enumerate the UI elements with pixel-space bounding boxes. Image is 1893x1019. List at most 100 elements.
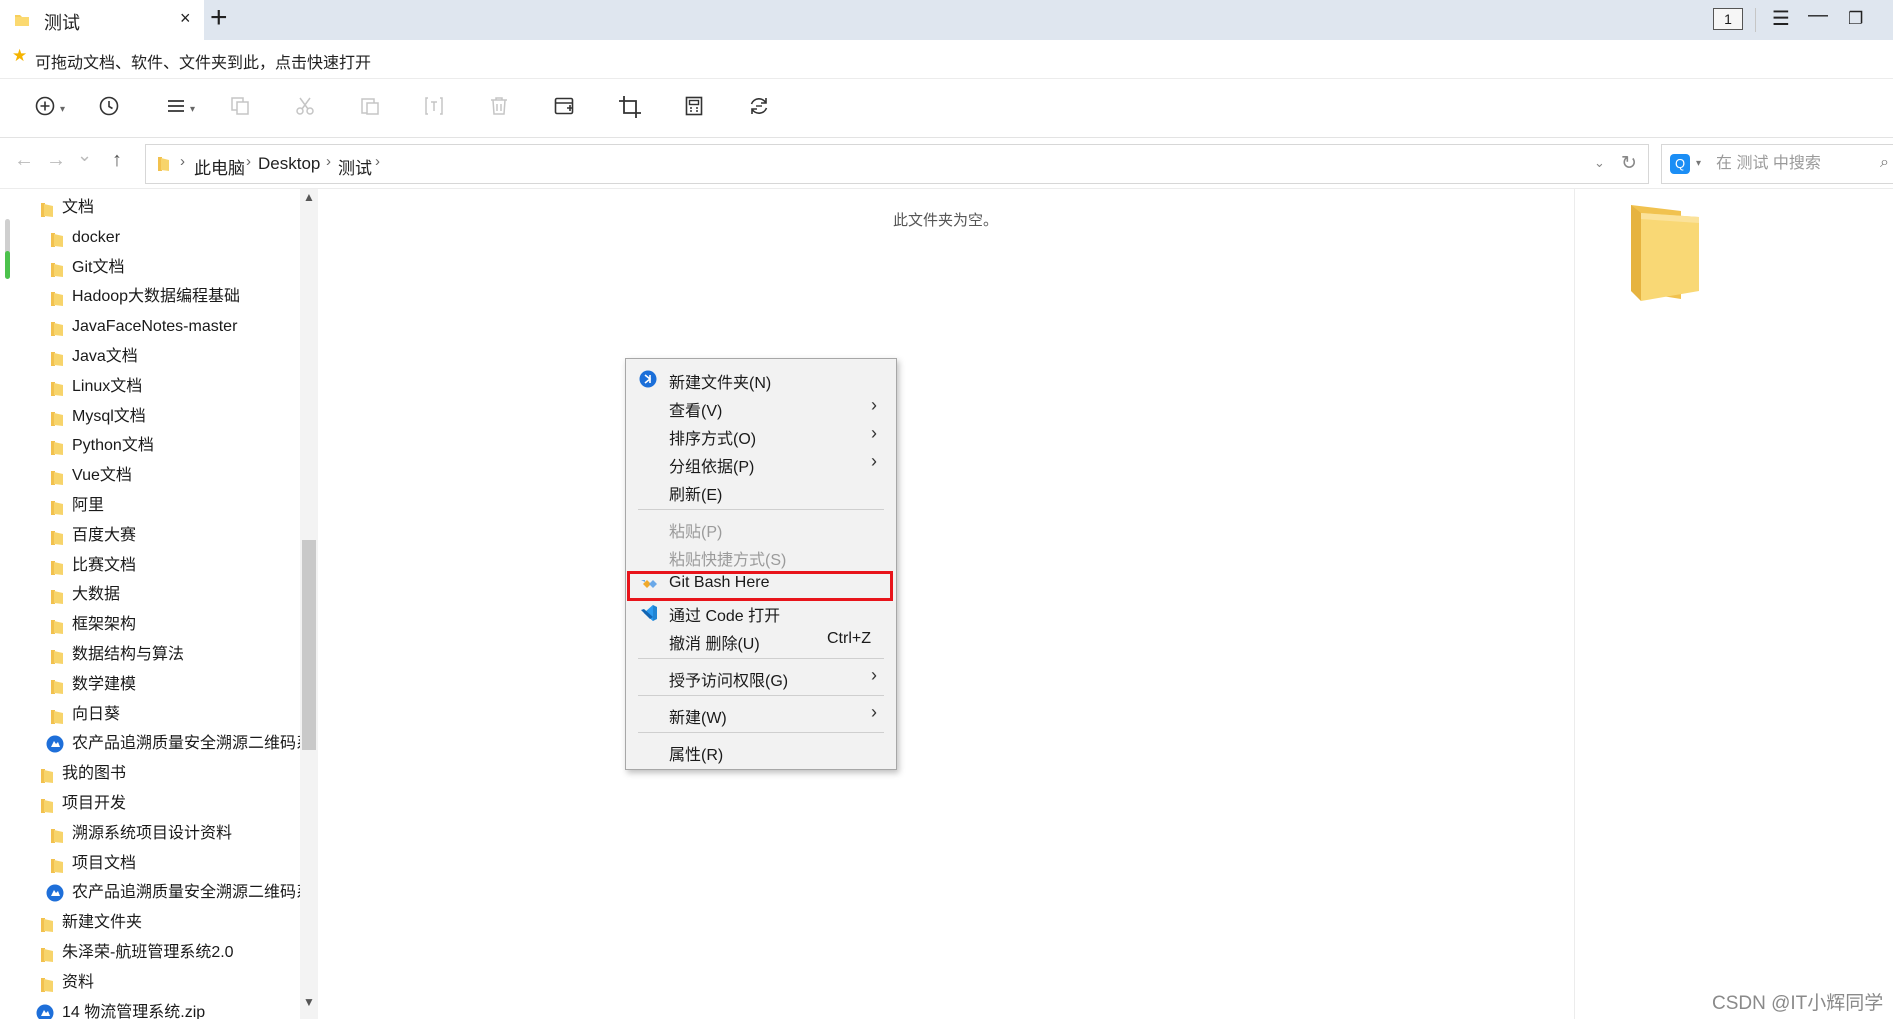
delete-icon[interactable]	[488, 95, 510, 121]
vscode-icon	[639, 603, 659, 628]
search-box[interactable]: Q ▾ ⌕	[1661, 144, 1893, 184]
context-menu: 新建文件夹(N) 查看(V) › 排序方式(O) › 分组依据(P) › 刷新(E) 粘贴(P)…	[625, 358, 897, 770]
tab-active[interactable]: 测试 ×	[0, 0, 204, 40]
tree-item-label: Git文档	[72, 258, 125, 276]
paste-icon[interactable]	[359, 95, 381, 121]
chevron-right-icon: ›	[871, 665, 877, 685]
menu-separator	[638, 732, 884, 733]
tree-item-label: Mysql文档	[72, 407, 146, 425]
new-folder-icon	[639, 370, 657, 393]
tree-item-label: 阿里	[72, 497, 105, 514]
tree-item-label: 向日葵	[72, 705, 121, 723]
menu-item-label: 刷新(E)	[669, 487, 723, 504]
menu-item[interactable]: 新建(W) ›	[626, 700, 896, 728]
rename-icon[interactable]	[423, 95, 445, 121]
crop-icon[interactable]	[618, 95, 642, 121]
folder-preview-icon	[1625, 199, 1705, 309]
highlight-box	[627, 571, 893, 601]
tree-item-label: 百度大赛	[72, 526, 137, 544]
chevron-down-icon[interactable]: ▾	[1696, 158, 1701, 169]
scroll-down-icon[interactable]: ▼	[303, 995, 315, 1009]
menu-item-label: 授予访问权限(G)	[669, 673, 789, 690]
menu-separator	[638, 658, 884, 659]
menu-icon[interactable]: ☰	[1772, 6, 1790, 31]
tree-item-label: 比赛文档	[72, 556, 137, 574]
tree-item-label: Hadoop大数据编程基础	[72, 288, 241, 306]
navigation-bar: ← → ⌄ ↑ › 此电脑 › Desktop › 测试 › ⌄ ↻ Q ▾ ⌕	[0, 138, 1893, 189]
menu-item[interactable]: 分组依据(P) ›	[626, 449, 896, 477]
menu-item[interactable]: 属性(R)	[626, 737, 896, 765]
tree-item-label: 文档	[62, 199, 95, 216]
chevron-down-icon[interactable]: ▾	[60, 104, 65, 115]
calculator-icon[interactable]	[683, 95, 705, 121]
breadcrumb-item-this-pc[interactable]: 此电脑	[194, 154, 245, 179]
preview-pane	[1574, 189, 1893, 1019]
up-icon[interactable]: ↑	[112, 149, 122, 172]
chevron-right-icon: ›	[871, 451, 877, 471]
menu-item[interactable]: 粘贴(P)	[626, 514, 896, 542]
restore-icon[interactable]: ❐	[1848, 9, 1863, 29]
sync-icon[interactable]	[748, 95, 770, 121]
address-bar[interactable]: › 此电脑 › Desktop › 测试 › ⌄ ↻	[145, 144, 1649, 184]
tab-count-badge[interactable]: 1	[1713, 8, 1743, 30]
tree-item-label: 数学建模	[72, 675, 137, 693]
breadcrumb-item-desktop[interactable]: Desktop	[258, 154, 320, 174]
menu-item[interactable]: 授予访问权限(G) ›	[626, 663, 896, 691]
breadcrumb-item-test[interactable]: 测试	[338, 154, 372, 179]
menu-item[interactable]: 新建文件夹(N)	[626, 365, 896, 393]
recent-locations-icon[interactable]: ⌄	[77, 145, 92, 166]
menu-item[interactable]: 查看(V) ›	[626, 393, 896, 421]
folder-icon	[50, 319, 64, 347]
folder-icon	[50, 230, 64, 258]
forward-icon[interactable]: →	[46, 149, 66, 172]
cut-icon[interactable]	[294, 95, 316, 121]
menu-item[interactable]: 粘贴快捷方式(S)	[626, 542, 896, 570]
minimize-icon[interactable]: —	[1808, 4, 1828, 27]
new-tab-button[interactable]: +	[210, 2, 228, 34]
close-tab-icon[interactable]: ×	[180, 8, 191, 29]
watermark: CSDN @IT小辉同学	[1712, 993, 1884, 1014]
folder-icon	[50, 587, 64, 615]
view-icon[interactable]	[165, 95, 187, 121]
folder-icon	[50, 379, 64, 407]
search-engine-icon[interactable]: Q	[1670, 154, 1690, 174]
scrollbar-thumb[interactable]	[302, 540, 316, 750]
menu-item[interactable]: 排序方式(O) ›	[626, 421, 896, 449]
quick-access-bar[interactable]: ★ 可拖动文档、软件、文件夹到此，点击快速打开	[0, 40, 1893, 79]
folder-icon	[50, 260, 64, 288]
folder-icon	[50, 707, 64, 735]
tree-item-label: 农产品追溯质量安全溯源二维码系	[72, 735, 300, 753]
menu-item[interactable]: 通过 Code 打开	[626, 598, 896, 626]
folder-icon	[50, 558, 64, 586]
scroll-up-icon[interactable]: ▲	[303, 190, 315, 204]
search-input[interactable]	[1714, 151, 1878, 177]
tree-item-label: 项目开发	[62, 795, 127, 812]
tree-item-label: 数据结构与算法	[72, 646, 185, 663]
folder-icon	[50, 617, 64, 645]
menu-item-shortcut: Ctrl+Z	[827, 630, 871, 647]
tree-item-label: Java文档	[72, 348, 138, 365]
new-icon[interactable]	[34, 95, 56, 121]
back-icon[interactable]: ←	[14, 149, 34, 172]
menu-item[interactable]: 刷新(E)	[626, 477, 896, 505]
chevron-down-icon[interactable]: ⌄	[1594, 155, 1605, 171]
menu-item-label: 排序方式(O)	[669, 431, 757, 448]
tree-item-label: docker	[72, 228, 121, 246]
new-window-icon[interactable]	[553, 95, 575, 121]
tree-item-label: 溯源系统项目设计资料	[72, 824, 233, 842]
tree-item-label: 农产品追溯质量安全溯源二维码系	[72, 884, 300, 902]
menu-item-label: 通过 Code 打开	[669, 608, 781, 625]
folder-icon	[40, 766, 54, 794]
breadcrumb-separator: ›	[246, 153, 251, 170]
tree-item-label: Python文档	[72, 437, 154, 455]
refresh-icon[interactable]: ↻	[1621, 152, 1637, 175]
folder-icon	[50, 438, 64, 466]
copy-icon[interactable]	[229, 95, 251, 121]
history-icon[interactable]	[98, 95, 120, 121]
folder-icon	[40, 796, 54, 824]
menu-item[interactable]: 撤消 删除(U) Ctrl+Z	[626, 626, 896, 654]
chevron-down-icon[interactable]: ▾	[190, 104, 195, 115]
file-list-area[interactable]: 此文件夹为空。	[318, 189, 1574, 1019]
search-icon[interactable]: ⌕	[1880, 154, 1889, 172]
folder-icon	[156, 155, 172, 177]
